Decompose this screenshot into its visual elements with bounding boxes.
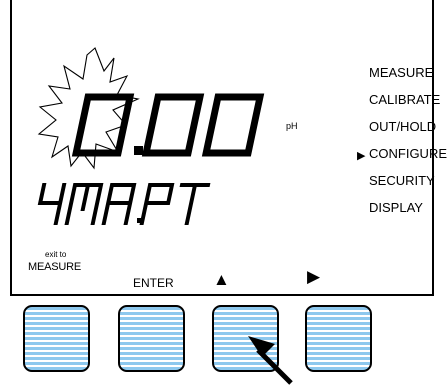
pointing-arrow-icon [248, 336, 293, 385]
press-pointer [248, 336, 293, 385]
